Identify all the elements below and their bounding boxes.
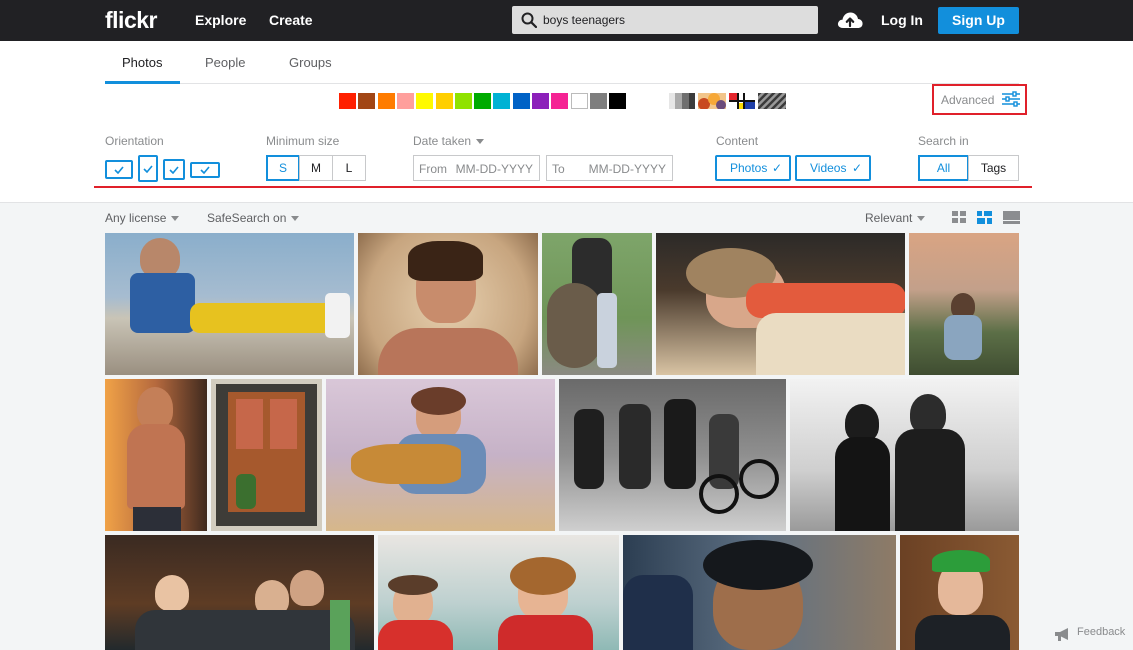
search-in-tags-button[interactable]: Tags (968, 155, 1019, 181)
photo-thumbnail[interactable] (542, 233, 652, 375)
color-swatch[interactable] (570, 93, 588, 109)
content-videos-toggle[interactable]: Videos ✓ (795, 155, 871, 181)
nav-explore-link[interactable]: Explore (195, 12, 246, 28)
content-photos-toggle[interactable]: Photos ✓ (715, 155, 791, 181)
megaphone-icon[interactable] (1054, 627, 1073, 641)
date-from-field[interactable]: From MM-DD-YYYY (413, 155, 540, 181)
photo-thumbnail[interactable] (105, 379, 207, 531)
checkmark-icon (114, 165, 124, 174)
orientation-landscape-checkbox[interactable] (105, 160, 133, 179)
color-swatch[interactable] (532, 93, 549, 109)
color-swatch[interactable] (396, 93, 414, 109)
orientation-square-checkbox[interactable] (163, 159, 185, 180)
patterns-filter-icon[interactable] (758, 93, 786, 109)
content-label: Content (716, 134, 759, 148)
sort-dropdown[interactable]: Relevant (865, 211, 926, 225)
date-from-placeholder: MM-DD-YYYY (455, 162, 533, 176)
size-large-button[interactable]: L (332, 155, 366, 181)
top-navigation-bar: flickr Explore Create Log In Sign Up (0, 0, 1133, 41)
color-swatch[interactable] (358, 93, 376, 109)
search-icon[interactable] (521, 12, 537, 28)
checkmark-icon (143, 164, 153, 173)
photo-thumbnail[interactable] (623, 535, 896, 650)
color-swatch[interactable] (416, 93, 434, 109)
caret-down-icon (171, 216, 180, 222)
photo-thumbnail[interactable] (326, 379, 555, 531)
search-input[interactable] (543, 6, 813, 34)
color-swatch[interactable] (454, 93, 472, 109)
tab-people[interactable]: People (205, 55, 245, 70)
color-swatch[interactable] (435, 93, 453, 109)
size-medium-button[interactable]: M (299, 155, 333, 181)
active-tab-indicator (105, 81, 180, 84)
tab-groups[interactable]: Groups (289, 55, 332, 70)
color-swatch[interactable] (474, 93, 492, 109)
search-in-label: Search in (918, 134, 969, 148)
search-box[interactable] (512, 6, 818, 34)
grid-view-icon[interactable] (952, 211, 967, 224)
checkmark-icon: ✓ (771, 161, 782, 175)
date-to-placeholder: MM-DD-YYYY (588, 162, 666, 176)
checkmark-icon (200, 166, 210, 174)
color-swatch[interactable] (589, 93, 607, 109)
license-dropdown[interactable]: Any license (105, 211, 180, 225)
date-taken-dropdown[interactable]: Date taken (413, 134, 485, 148)
size-small-button[interactable]: S (266, 155, 300, 181)
photo-thumbnail[interactable] (790, 379, 1019, 531)
login-link[interactable]: Log In (881, 12, 923, 28)
photo-thumbnail[interactable] (105, 233, 354, 375)
safesearch-dropdown[interactable]: SafeSearch on (207, 211, 300, 225)
photo-thumbnail[interactable] (105, 535, 374, 650)
flickr-logo[interactable]: flickr (105, 7, 157, 34)
color-swatch[interactable] (339, 93, 356, 109)
sort-label: Relevant (865, 211, 913, 225)
photo-thumbnail[interactable] (378, 535, 619, 650)
color-swatch[interactable] (493, 93, 511, 109)
tabs-divider (105, 83, 1019, 84)
color-swatch[interactable] (377, 93, 395, 109)
color-swatch[interactable] (551, 93, 569, 109)
caret-down-icon (476, 139, 485, 145)
orientation-panorama-checkbox[interactable] (190, 162, 220, 178)
black-white-filter-icon[interactable] (669, 93, 695, 109)
caret-down-icon (291, 216, 300, 222)
photo-thumbnail[interactable] (656, 233, 905, 375)
date-taken-label: Date taken (413, 134, 472, 148)
upload-cloud-icon[interactable] (836, 9, 864, 31)
minimalism-filter-icon[interactable] (729, 93, 755, 109)
feedback-link[interactable]: Feedback (1077, 626, 1125, 638)
orientation-label: Orientation (105, 134, 164, 148)
annotation-underline (94, 186, 1032, 188)
orientation-portrait-checkbox[interactable] (138, 155, 158, 182)
photo-thumbnail[interactable] (559, 379, 786, 531)
photo-thumbnail[interactable] (358, 233, 538, 375)
photo-thumbnail[interactable] (211, 379, 322, 531)
caret-down-icon (917, 216, 926, 222)
nav-create-link[interactable]: Create (269, 12, 313, 28)
sliders-icon[interactable] (1002, 91, 1020, 107)
safesearch-label: SafeSearch on (207, 211, 287, 225)
tab-photos[interactable]: Photos (122, 55, 162, 70)
color-swatch[interactable] (512, 93, 530, 109)
license-label: Any license (105, 211, 167, 225)
minimum-size-label: Minimum size (266, 134, 340, 148)
checkmark-icon: ✓ (851, 161, 862, 175)
justified-view-icon[interactable] (977, 211, 992, 224)
large-view-icon[interactable] (1003, 211, 1020, 224)
shallow-depth-filter-icon[interactable] (698, 93, 726, 109)
signup-button[interactable]: Sign Up (938, 7, 1019, 34)
advanced-label: Advanced (941, 93, 995, 107)
date-to-label: To (552, 162, 565, 176)
color-swatch[interactable] (609, 93, 627, 109)
date-from-label: From (419, 162, 447, 176)
checkmark-icon (169, 165, 179, 174)
content-photos-label: Photos (730, 161, 768, 175)
photo-thumbnail[interactable] (909, 233, 1019, 375)
photo-thumbnail[interactable] (900, 535, 1019, 650)
date-to-field[interactable]: To MM-DD-YYYY (546, 155, 673, 181)
content-videos-label: Videos (810, 161, 847, 175)
search-in-all-button[interactable]: All (918, 155, 969, 181)
